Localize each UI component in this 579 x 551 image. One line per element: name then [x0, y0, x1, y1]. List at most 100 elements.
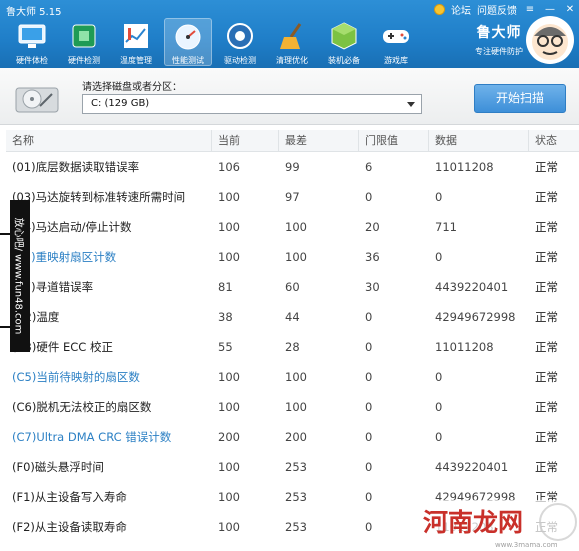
- corner-watermark-text: 河南龙网: [423, 508, 523, 537]
- table-body: (01)底层数据读取错误率 106 99 6 11011208 正常 (03)马达旋转到标准…: [6, 152, 579, 542]
- tab-hardware-detect[interactable]: 硬件检测: [60, 18, 108, 66]
- cell-name: (C5)当前待映射的扇区数: [12, 370, 140, 384]
- table-row[interactable]: (C3)硬件 ECC 校正 55 28 0 11011208 正常: [6, 332, 579, 362]
- broom-icon: [280, 23, 302, 49]
- tab-hardware-checkup[interactable]: 硬件体检: [8, 18, 56, 66]
- tab-label: 装机必备: [328, 56, 360, 65]
- table-row[interactable]: (C6)脱机无法校正的扇区数 100 100 0 0 正常: [6, 392, 579, 422]
- top-toolbar: 鲁大师 5.15 论坛 问题反馈 ≡ — ✕ 硬件体检 硬件检测 温度管理 性能…: [0, 0, 579, 68]
- cell-status: 正常: [535, 190, 558, 204]
- side-watermark-text: 放心吧/ www.fun48.com: [12, 217, 24, 335]
- cell-current: 100: [218, 520, 240, 534]
- cell-current: 100: [218, 190, 240, 204]
- minimize-icon[interactable]: —: [543, 4, 557, 15]
- chevron-down-icon: [407, 102, 415, 107]
- tab-game-library[interactable]: 游戏库: [372, 18, 420, 66]
- side-watermark: 放心吧/ www.fun48.com: [10, 200, 30, 352]
- tool-tabs: 硬件体检 硬件检测 温度管理 性能测试 驱动检测 清理优化 装机必备 游戏库: [8, 18, 424, 66]
- column-header-threshold[interactable]: 门限值: [359, 130, 429, 151]
- forum-link[interactable]: 论坛: [451, 2, 471, 17]
- cell-name: (04)马达启动/停止计数: [12, 220, 132, 234]
- table-row[interactable]: (04)马达启动/停止计数 100 100 20 711 正常: [6, 212, 579, 242]
- cell-current: 100: [218, 490, 240, 504]
- cell-worst: 100: [285, 250, 307, 264]
- column-header-name[interactable]: 名称: [6, 130, 212, 151]
- cell-current: 38: [218, 310, 233, 324]
- cell-worst: 200: [285, 430, 307, 444]
- table-row[interactable]: (C5)当前待映射的扇区数 100 100 0 0 正常: [6, 362, 579, 392]
- mascot-avatar[interactable]: [526, 16, 574, 64]
- cell-status: 正常: [535, 280, 558, 294]
- cell-current: 100: [218, 460, 240, 474]
- disk-dropdown-value: C: (129 GB): [91, 98, 150, 109]
- tab-driver[interactable]: 驱动检测: [216, 18, 264, 66]
- cell-threshold: 0: [365, 430, 373, 444]
- cell-data: 11011208: [435, 160, 494, 174]
- cell-current: 100: [218, 250, 240, 264]
- menu-icon[interactable]: ≡: [523, 4, 537, 15]
- cell-threshold: 0: [365, 190, 373, 204]
- cell-worst: 253: [285, 460, 307, 474]
- cell-data: 0: [435, 250, 443, 264]
- cell-threshold: 20: [365, 220, 380, 234]
- cell-data: 42949672998: [435, 310, 516, 324]
- tab-performance[interactable]: 性能测试: [164, 18, 212, 66]
- cell-status: 正常: [535, 400, 558, 414]
- tab-essentials[interactable]: 装机必备: [320, 18, 368, 66]
- tab-label: 清理优化: [276, 56, 308, 65]
- cell-status: 正常: [535, 340, 558, 354]
- cell-threshold: 30: [365, 280, 380, 294]
- cell-threshold: 0: [365, 460, 373, 474]
- cell-current: 200: [218, 430, 240, 444]
- column-header-status[interactable]: 状态: [529, 130, 579, 151]
- cell-current: 100: [218, 220, 240, 234]
- disk-select-label: 请选择磁盘或者分区：: [82, 82, 182, 93]
- tab-label: 硬件体检: [16, 56, 48, 65]
- column-header-worst[interactable]: 最差: [279, 130, 359, 151]
- tab-temperature[interactable]: 温度管理: [112, 18, 160, 66]
- cell-status: 正常: [535, 310, 558, 324]
- cell-threshold: 36: [365, 250, 380, 264]
- cell-status: 正常: [535, 220, 558, 234]
- feedback-link[interactable]: 问题反馈: [477, 2, 517, 17]
- coin-icon[interactable]: [434, 4, 445, 15]
- table-row[interactable]: (C7)Ultra DMA CRC 错误计数 200 200 0 0 正常: [6, 422, 579, 452]
- column-header-data[interactable]: 数据: [429, 130, 529, 151]
- table-row[interactable]: (01)底层数据读取错误率 106 99 6 11011208 正常: [6, 152, 579, 182]
- start-scan-button[interactable]: 开始扫描: [474, 84, 566, 113]
- disk-dropdown[interactable]: C: (129 GB): [82, 94, 422, 114]
- cell-current: 81: [218, 280, 233, 294]
- cell-name: (C3)硬件 ECC 校正: [12, 340, 113, 354]
- corner-watermark-logo: 河南龙网 www.3mama.com: [417, 500, 579, 551]
- table-row[interactable]: (C2)温度 38 44 0 42949672998 正常: [6, 302, 579, 332]
- tab-label: 游戏库: [384, 56, 408, 65]
- gamepad-icon: [383, 30, 409, 43]
- cell-data: 0: [435, 430, 443, 444]
- cell-current: 106: [218, 160, 240, 174]
- tab-label: 驱动检测: [224, 56, 256, 65]
- column-header-current[interactable]: 当前: [212, 130, 279, 151]
- cell-data: 0: [435, 370, 443, 384]
- cell-name: (C7)Ultra DMA CRC 错误计数: [12, 430, 172, 444]
- cell-name: (F1)从主设备写入寿命: [12, 490, 127, 504]
- monitor-icon: [18, 24, 46, 48]
- watermark-tick: [0, 326, 10, 328]
- speedometer-icon: [175, 24, 201, 50]
- table-header: 名称 当前 最差 门限值 数据 状态: [6, 130, 579, 152]
- cell-name: (C6)脱机无法校正的扇区数: [12, 400, 152, 414]
- cell-data: 4439220401: [435, 280, 509, 294]
- smart-table: 名称 当前 最差 门限值 数据 状态 (01)底层数据读取错误率 106 99 6 11…: [6, 130, 579, 551]
- table-row[interactable]: (07)寻道错误率 81 60 30 4439220401 正常: [6, 272, 579, 302]
- tab-cleanup[interactable]: 清理优化: [268, 18, 316, 66]
- close-icon[interactable]: ✕: [563, 4, 577, 15]
- mascot-face-icon: [532, 24, 568, 60]
- hard-disk-icon: [15, 87, 59, 113]
- cell-threshold: 6: [365, 160, 373, 174]
- cell-status: 正常: [535, 460, 558, 474]
- table-row[interactable]: (05)重映射扇区计数 100 100 36 0 正常: [6, 242, 579, 272]
- cell-name: (C2)温度: [12, 310, 60, 324]
- cell-status: 正常: [535, 250, 558, 264]
- cell-worst: 97: [285, 190, 300, 204]
- table-row[interactable]: (03)马达旋转到标准转速所需时间 100 97 0 0 正常: [6, 182, 579, 212]
- table-row[interactable]: (F0)磁头悬浮时间 100 253 0 4439220401 正常: [6, 452, 579, 482]
